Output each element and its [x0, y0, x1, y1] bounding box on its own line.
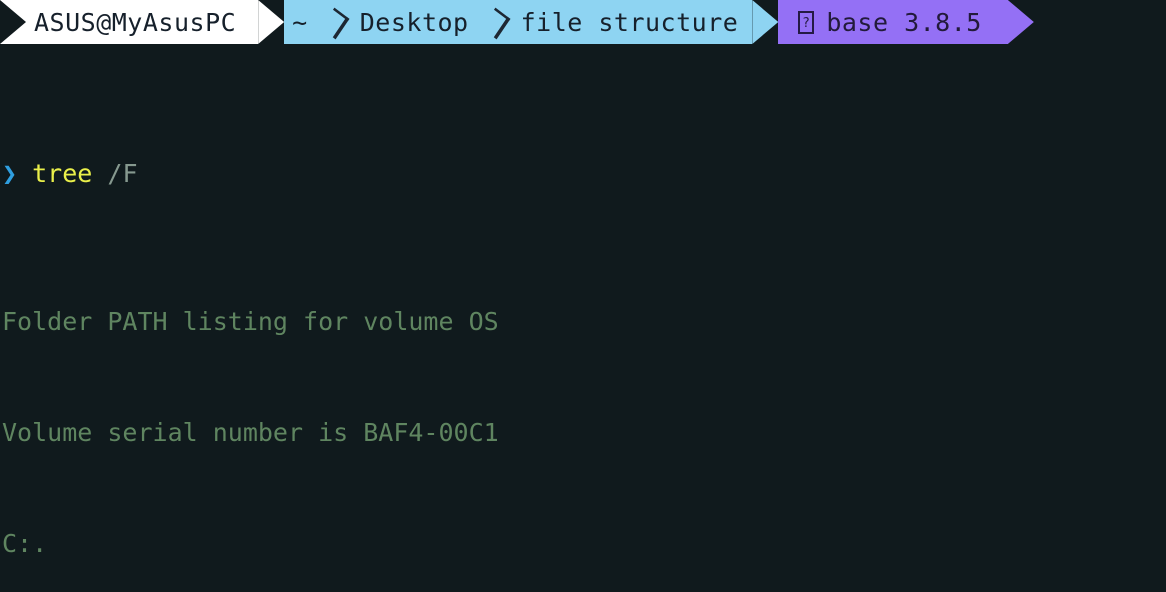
breadcrumb-host-label: ASUS@MyAsusPC [34, 7, 237, 37]
chevron-right-icon [0, 0, 26, 44]
breadcrumb-segment-folder[interactable]: file structure [512, 0, 753, 44]
terminal-output-area[interactable]: ❯ tree /F Folder PATH listing for volume… [0, 44, 1166, 592]
breadcrumb-home-label: ~ [292, 7, 308, 37]
output-line-root: C:. [2, 529, 48, 558]
breadcrumb-point-env [1007, 0, 1034, 44]
command-text: tree [32, 159, 93, 188]
breadcrumb-separator-2 [482, 0, 513, 44]
conda-env-icon: ? [798, 10, 815, 34]
breadcrumb-point-host [258, 0, 285, 44]
breadcrumb: ASUS@MyAsusPC ~ Desktop file structure ?… [0, 0, 1166, 44]
breadcrumb-segment-host[interactable]: ASUS@MyAsusPC [0, 0, 259, 44]
breadcrumb-segment-desktop[interactable]: Desktop [351, 0, 483, 44]
breadcrumb-tail [1033, 0, 1166, 44]
breadcrumb-env-label: base 3.8.5 [826, 7, 982, 37]
command-args: /F [107, 159, 138, 188]
command-line[interactable]: ❯ tree /F [0, 155, 1166, 192]
breadcrumb-segment-home[interactable]: ~ [284, 0, 322, 44]
prompt-chevron-icon: ❯ [2, 159, 18, 188]
breadcrumb-desktop-label: Desktop [359, 7, 469, 37]
breadcrumb-folder-label: file structure [520, 7, 739, 37]
breadcrumb-point-folder [752, 0, 779, 44]
output-line-serial: Volume serial number is BAF4-00C1 [2, 418, 499, 447]
breadcrumb-segment-env[interactable]: ? base 3.8.5 [778, 0, 1008, 44]
breadcrumb-separator-1 [321, 0, 352, 44]
output-line-volume-label: Folder PATH listing for volume OS [2, 307, 499, 336]
terminal-window: ASUS@MyAsusPC ~ Desktop file structure ?… [0, 0, 1166, 592]
